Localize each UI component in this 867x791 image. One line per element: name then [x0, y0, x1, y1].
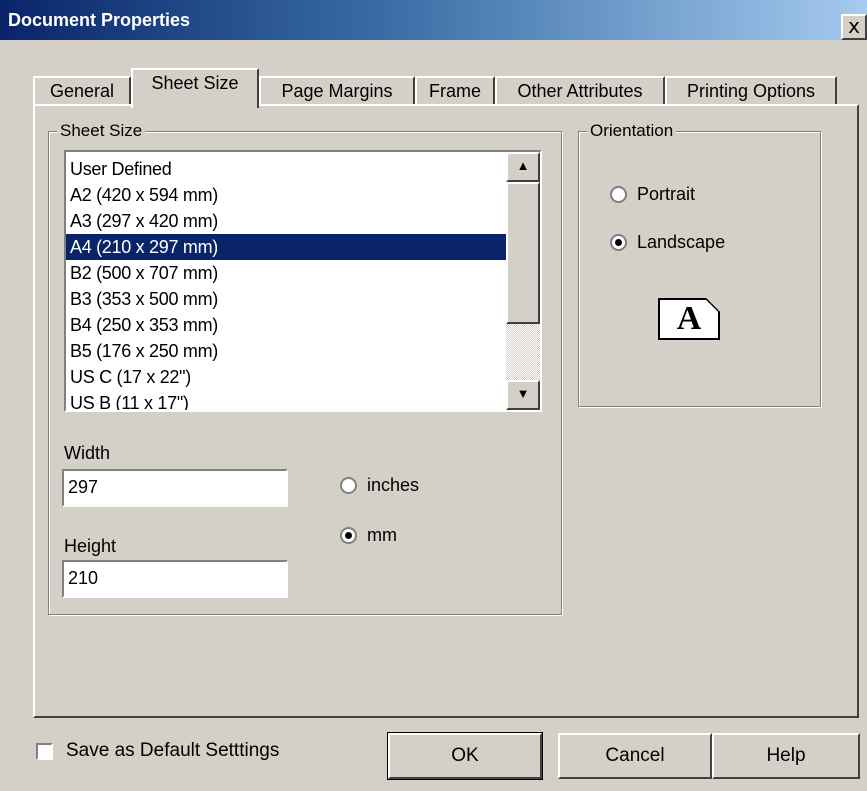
title-bar: Document Properties x: [0, 0, 867, 40]
list-item[interactable]: US B (11 x 17"): [66, 390, 508, 410]
list-item[interactable]: A3 (297 x 420 mm): [66, 208, 508, 234]
tab-sheet-size[interactable]: Sheet Size: [131, 68, 259, 108]
list-scrollbar[interactable]: ▲ ▼: [506, 152, 540, 410]
portrait-radio[interactable]: Portrait: [610, 183, 695, 205]
arrow-up-icon: ▲: [516, 158, 530, 173]
radio-button: [610, 185, 627, 203]
help-button[interactable]: Help: [712, 733, 860, 779]
save-default-checkbox[interactable]: [36, 743, 53, 760]
sheet-size-list[interactable]: User Defined A2 (420 x 594 mm) A3 (297 x…: [64, 150, 542, 412]
height-label: Height: [64, 536, 117, 556]
close-icon: x: [848, 14, 860, 38]
list-item[interactable]: User Defined: [66, 156, 508, 182]
portrait-label: Portrait: [637, 184, 696, 204]
height-input[interactable]: 210: [62, 560, 288, 598]
tab-printing-options[interactable]: Printing Options: [665, 76, 837, 106]
orientation-group: Orientation: [578, 120, 821, 407]
landscape-radio[interactable]: Landscape: [610, 231, 725, 253]
list-item[interactable]: B5 (176 x 250 mm): [66, 338, 508, 364]
tab-page-margins[interactable]: Page Margins: [259, 76, 415, 106]
save-default-label: Save as Default Setttings: [66, 740, 280, 761]
list-item[interactable]: B4 (250 x 353 mm): [66, 312, 508, 338]
window-title: Document Properties: [8, 10, 191, 30]
scroll-down-button[interactable]: ▼: [506, 380, 540, 410]
width-input[interactable]: 297: [62, 469, 288, 507]
scroll-thumb[interactable]: [506, 182, 540, 324]
tab-frame[interactable]: Frame: [415, 76, 495, 106]
arrow-down-icon: ▼: [516, 386, 530, 401]
sheet-size-group-label: Sheet Size: [57, 120, 146, 142]
unit-inches-radio[interactable]: inches: [340, 474, 419, 496]
scroll-up-button[interactable]: ▲: [506, 152, 540, 182]
radio-button: [340, 476, 357, 494]
close-button[interactable]: x: [841, 14, 867, 40]
cancel-button[interactable]: Cancel: [558, 733, 712, 779]
orientation-group-label: Orientation: [587, 120, 677, 142]
unit-mm-label: mm: [367, 525, 397, 545]
unit-mm-radio[interactable]: mm: [340, 524, 397, 546]
list-item[interactable]: A2 (420 x 594 mm): [66, 182, 508, 208]
list-item[interactable]: US C (17 x 22"): [66, 364, 508, 390]
radio-button-checked: [610, 233, 627, 251]
ok-button[interactable]: OK: [387, 732, 543, 780]
tab-general[interactable]: General: [33, 76, 131, 106]
list-item[interactable]: B3 (353 x 500 mm): [66, 286, 508, 312]
landscape-label: Landscape: [637, 232, 726, 252]
radio-button-checked: [340, 526, 357, 544]
page-fold-icon: [706, 298, 720, 312]
list-item-selected[interactable]: A4 (210 x 297 mm): [66, 234, 508, 260]
unit-inches-label: inches: [367, 475, 420, 495]
width-label: Width: [64, 443, 111, 463]
list-item[interactable]: B2 (500 x 707 mm): [66, 260, 508, 286]
landscape-page-icon: A: [658, 298, 720, 340]
tab-other-attributes[interactable]: Other Attributes: [495, 76, 665, 106]
